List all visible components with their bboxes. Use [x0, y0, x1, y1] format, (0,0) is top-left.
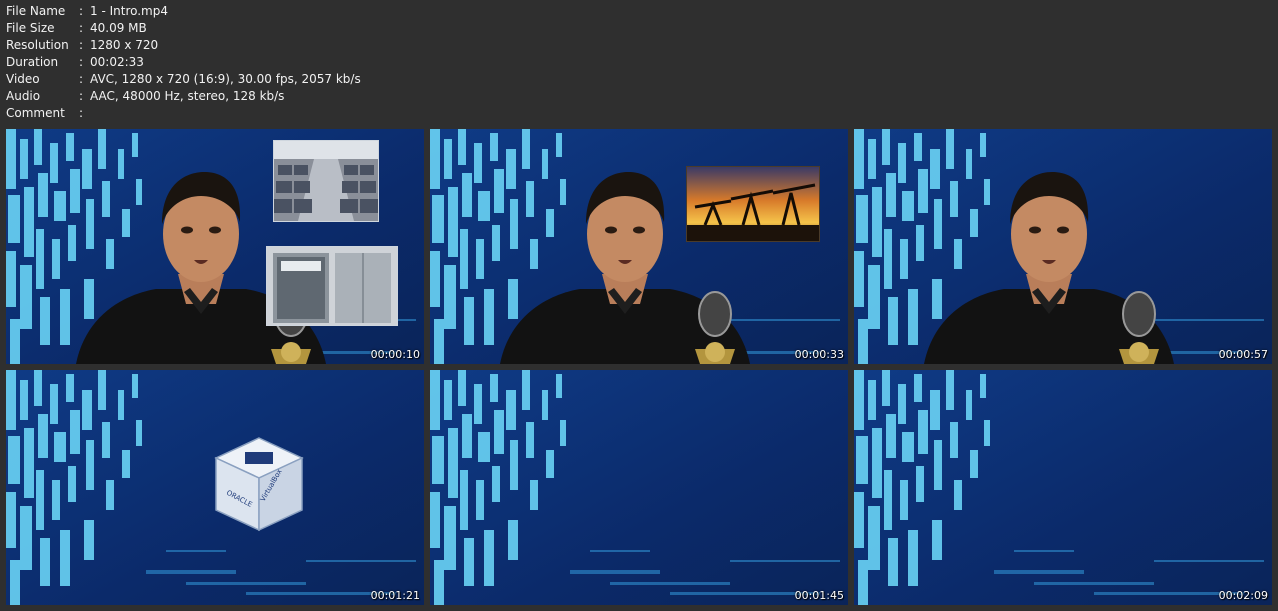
info-value: 1 - Intro.mp4	[90, 4, 168, 18]
virtualbox-logo: ORACLE VirtualBox	[214, 437, 304, 532]
info-separator: :	[79, 89, 84, 103]
info-row-resolution: Resolution : 1280 x 720	[6, 37, 361, 54]
info-value: 1280 x 720	[90, 38, 159, 52]
video-thumbnail[interactable]: 00:01:45	[430, 370, 848, 605]
info-value: 00:02:33	[90, 55, 144, 69]
blue-tile-background	[854, 370, 1272, 605]
info-key: Resolution	[6, 38, 69, 52]
timestamp: 00:02:09	[1218, 589, 1268, 602]
presenter-figure	[923, 171, 1175, 364]
info-value: AAC, 48000 Hz, stereo, 128 kb/s	[90, 89, 285, 103]
timestamp: 00:01:21	[370, 589, 420, 602]
info-value: AVC, 1280 x 720 (16:9), 30.00 fps, 2057 …	[90, 72, 361, 86]
info-row-duration: Duration : 00:02:33	[6, 54, 361, 71]
video-thumbnail[interactable]: ORACLE VirtualBox 00:01:21	[6, 370, 424, 605]
info-row-audio: Audio : AAC, 48000 Hz, stereo, 128 kb/s	[6, 88, 361, 105]
info-key: File Name	[6, 4, 66, 18]
info-key: File Size	[6, 21, 55, 35]
video-thumbnail[interactable]: 00:00:10	[6, 129, 424, 364]
video-thumbnail[interactable]: 00:00:33	[430, 129, 848, 364]
airplane-cabin-image	[273, 140, 379, 222]
info-row-file-name: File Name : 1 - Intro.mp4	[6, 3, 361, 20]
elevator-image	[266, 246, 398, 326]
info-row-comment: Comment :	[6, 105, 361, 122]
info-separator: :	[79, 55, 84, 69]
info-separator: :	[79, 21, 84, 35]
info-key: Video	[6, 72, 40, 86]
video-thumbnail[interactable]: 00:00:57	[854, 129, 1272, 364]
timestamp: 00:00:33	[794, 348, 844, 361]
thumbnail-grid: 00:00:10 00:00:33 00:00:57 ORACLE Virtua…	[6, 129, 1272, 605]
info-key: Duration	[6, 55, 59, 69]
info-key: Audio	[6, 89, 41, 103]
info-key: Comment	[6, 106, 65, 120]
info-separator: :	[79, 38, 84, 52]
info-row-video: Video : AVC, 1280 x 720 (16:9), 30.00 fp…	[6, 71, 361, 88]
info-separator: :	[79, 106, 84, 120]
video-thumbnail[interactable]: 00:02:09	[854, 370, 1272, 605]
blue-tile-background	[430, 370, 848, 605]
timestamp: 00:01:45	[794, 589, 844, 602]
timestamp: 00:00:10	[370, 348, 420, 361]
info-separator: :	[79, 4, 84, 18]
timestamp: 00:00:57	[1218, 348, 1268, 361]
info-separator: :	[79, 72, 84, 86]
oil-pump-jacks-image	[686, 166, 820, 242]
info-row-file-size: File Size : 40.09 MB	[6, 20, 361, 37]
media-info-panel: File Name : 1 - Intro.mp4 File Size : 40…	[6, 3, 361, 122]
info-value: 40.09 MB	[90, 21, 147, 35]
